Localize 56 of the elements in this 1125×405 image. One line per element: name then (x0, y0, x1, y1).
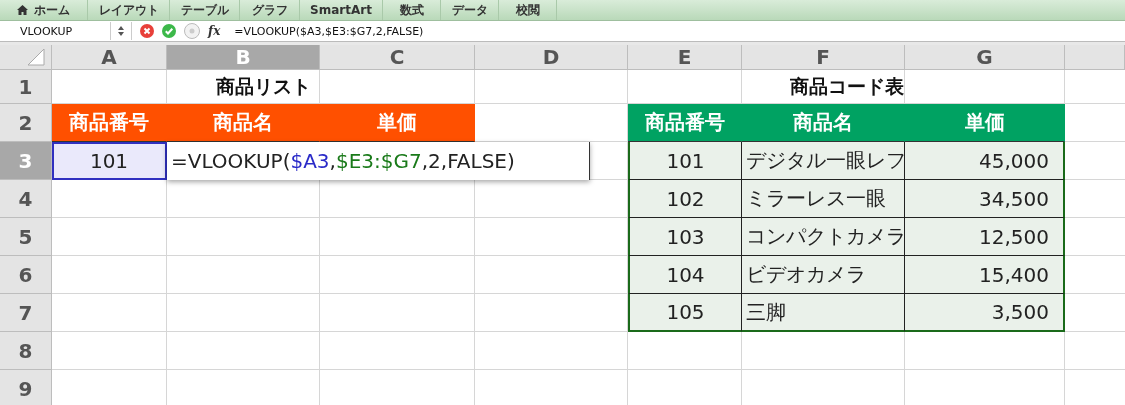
table-cell: 105 (628, 294, 742, 332)
cell-editor[interactable]: =VLOOKUP($A3,$E3:$G7,2,FALSE) (167, 142, 590, 180)
table-cell: ミラーレス一眼 (742, 180, 905, 218)
ribbon-tab[interactable]: レイアウト (88, 0, 170, 20)
table-cell: デジタル一眼レフ (742, 142, 905, 180)
header-cell: 単価 (905, 104, 1065, 142)
ribbon-tab[interactable]: グラフ (240, 0, 300, 20)
row-header[interactable]: 9 (0, 370, 52, 405)
formula-field[interactable]: =VLOOKUP($A3,$E3:$G7,2,FALSE) (228, 24, 424, 38)
check-icon[interactable] (162, 24, 176, 38)
column-header[interactable]: G (905, 45, 1065, 70)
ribbon-tab[interactable]: テーブル (170, 0, 240, 20)
ribbon-tab[interactable]: 数式 (383, 0, 441, 20)
selected-cell[interactable]: 101 (52, 142, 167, 180)
table-cell: 15,400 (905, 256, 1065, 294)
header-cell: 商品名 (167, 104, 320, 142)
table-title: 商品コード表 (789, 74, 904, 99)
header-cell: 商品名 (742, 104, 905, 142)
table-title: 商品リスト (216, 74, 311, 99)
row-header[interactable]: 4 (0, 180, 52, 218)
column-header[interactable] (1065, 45, 1125, 70)
table-cell: 12,500 (905, 218, 1065, 256)
cancel-icon[interactable] (140, 24, 154, 38)
row-header[interactable]: 5 (0, 218, 52, 256)
house-icon (17, 5, 28, 15)
row-header[interactable]: 1 (0, 70, 52, 104)
header-cell: 商品番号 (52, 104, 167, 142)
table-cell: 103 (628, 218, 742, 256)
table-cell: 45,000 (905, 142, 1065, 180)
table-cell: 104 (628, 256, 742, 294)
column-header[interactable]: C (320, 45, 475, 70)
header-cell: 単価 (320, 104, 475, 142)
row-header[interactable]: 8 (0, 332, 52, 370)
header-cell: 商品番号 (628, 104, 742, 142)
home-tab[interactable]: ホーム (0, 0, 88, 20)
ribbon-tab[interactable]: データ (441, 0, 499, 20)
column-header[interactable]: E (628, 45, 742, 70)
table-cell: 102 (628, 180, 742, 218)
column-header[interactable]: F (742, 45, 905, 70)
table-cell: ビデオカメラ (742, 256, 905, 294)
table-cell: 3,500 (905, 294, 1065, 332)
name-box[interactable]: VLOOKUP (0, 24, 110, 38)
row-header[interactable]: 2 (0, 104, 52, 142)
stepper-icon[interactable] (110, 22, 132, 40)
ribbon-tab[interactable]: SmartArt (300, 0, 383, 20)
column-header[interactable]: A (52, 45, 167, 70)
table-cell: 34,500 (905, 180, 1065, 218)
function-button[interactable]: fx (208, 24, 221, 38)
table-cell: 三脚 (742, 294, 905, 332)
circle-button-icon[interactable] (184, 23, 200, 39)
table-cell: コンパクトカメラ (742, 218, 905, 256)
row-header[interactable]: 6 (0, 256, 52, 294)
ribbon-tab[interactable]: 校閲 (499, 0, 557, 20)
column-header[interactable]: D (475, 45, 628, 70)
table-cell: 101 (628, 142, 742, 180)
row-header[interactable]: 7 (0, 294, 52, 332)
